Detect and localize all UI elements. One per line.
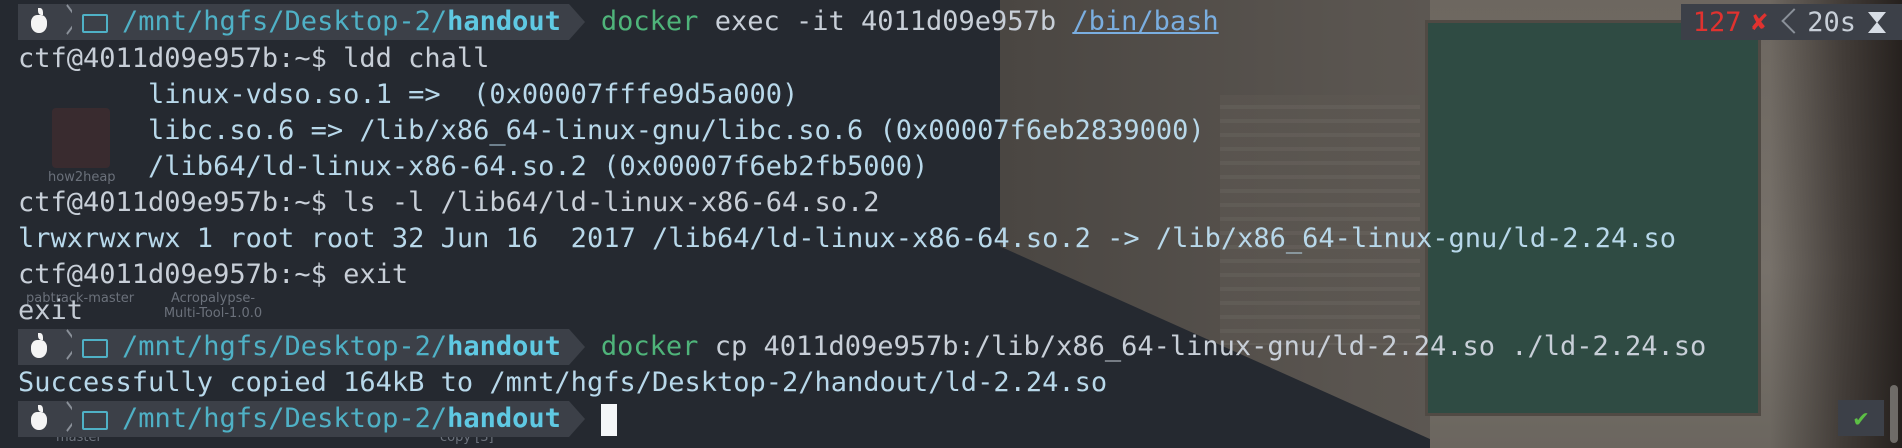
cwd-current-dir: handout (447, 331, 561, 362)
command-bin: docker (600, 6, 699, 37)
cwd-path-prefix: /mnt/hgfs/Desktop-2/ (122, 331, 448, 362)
apple-icon (31, 333, 47, 358)
powerline-arrow-icon (568, 4, 585, 40)
segment-separator-icon (60, 329, 72, 365)
folder-open-icon (82, 13, 108, 33)
text-cursor[interactable] (600, 404, 617, 436)
folder-open-icon (82, 410, 108, 430)
terminal-line: ctf@4011d09e957b:~$ exit (18, 259, 409, 290)
cwd-segment: /mnt/hgfs/Desktop-2/handout (72, 329, 569, 365)
powerline-arrow-icon (568, 329, 585, 365)
command-args: exec -it 4011d09e957b (698, 6, 1073, 37)
command-input: docker cp 4011d09e957b:/lib/x86_64-linux… (601, 329, 1706, 365)
cwd-path-prefix: /mnt/hgfs/Desktop-2/ (122, 403, 448, 434)
cwd-path-prefix: /mnt/hgfs/Desktop-2/ (122, 6, 448, 37)
status-segment: 127 ✘ 20s (1680, 4, 1902, 40)
command-args: cp 4011d09e957b:/lib/x86_64-linux-gnu/ld… (698, 331, 1707, 362)
prompt-line: /mnt/hgfs/Desktop-2/handout docker exec … (18, 4, 1219, 40)
success-status-segment: ✔ (1838, 400, 1884, 436)
scrollbar[interactable] (1890, 385, 1898, 443)
cwd-segment: /mnt/hgfs/Desktop-2/handout (72, 401, 569, 437)
terminal-window[interactable]: /mnt/hgfs/Desktop-2/handout docker exec … (0, 0, 1902, 448)
command-bin: docker (600, 331, 699, 362)
cwd-current-dir: handout (447, 403, 561, 434)
command-input: docker exec -it 4011d09e957b /bin/bash (601, 4, 1219, 40)
exit-code: 127 (1692, 6, 1742, 38)
powerline-arrow-icon (568, 401, 585, 437)
error-icon: ✘ (1751, 7, 1768, 37)
segment-separator-icon (60, 401, 72, 437)
terminal-line: libc.so.6 => /lib/x86_64-linux-gnu/libc.… (18, 115, 1205, 146)
command-duration: 20s (1807, 6, 1856, 38)
terminal-line: linux-vdso.so.1 => (0x00007fffe9d5a000) (18, 79, 799, 110)
terminal-line: exit (18, 295, 84, 326)
prompt-line-current[interactable]: /mnt/hgfs/Desktop-2/handout (18, 401, 617, 437)
right-prompt-status: 127 ✘ 20s (1680, 4, 1902, 40)
os-segment (18, 401, 60, 437)
terminal-line: ctf@4011d09e957b:~$ ls -l /lib64/ld-linu… (18, 187, 880, 218)
os-segment (18, 4, 60, 40)
terminal-line: /lib64/ld-linux-x86-64.so.2 (0x00007f6eb… (18, 151, 929, 182)
terminal-line: ctf@4011d09e957b:~$ ldd chall (18, 43, 490, 74)
hourglass-icon (1868, 11, 1886, 33)
prompt-line: /mnt/hgfs/Desktop-2/handout docker cp 40… (18, 329, 1706, 365)
apple-icon (31, 8, 47, 33)
cwd-current-dir: handout (447, 6, 561, 37)
cwd-segment: /mnt/hgfs/Desktop-2/handout (72, 4, 569, 40)
segment-separator-icon (60, 4, 72, 40)
apple-icon (31, 405, 47, 430)
checkmark-icon: ✔ (1853, 404, 1869, 432)
terminal-line: lrwxrwxrwx 1 root root 32 Jun 16 2017 /l… (18, 223, 1677, 254)
segment-separator-icon (1779, 7, 1793, 37)
folder-open-icon (82, 338, 108, 358)
command-path-link[interactable]: /bin/bash (1072, 6, 1218, 37)
terminal-line: Successfully copied 164kB to /mnt/hgfs/D… (18, 367, 1108, 398)
os-segment (18, 329, 60, 365)
